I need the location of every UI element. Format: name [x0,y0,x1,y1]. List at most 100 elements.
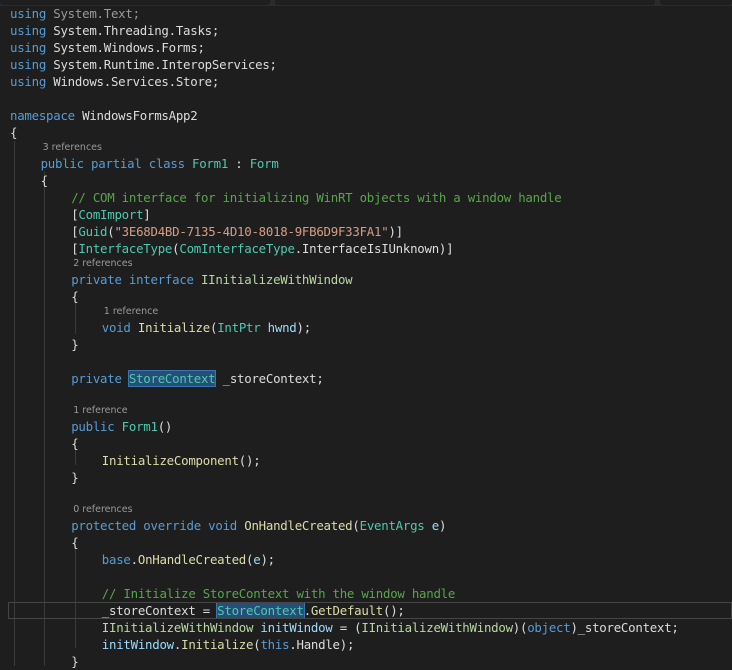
code-token: IInitializeWithWindow [200,272,353,287]
code-line: { [0,124,732,141]
code-token: initWindow [260,620,333,635]
code-token: private interface [71,272,201,287]
code-token: (); [383,603,405,618]
code-token: { [40,173,48,188]
codelens-references[interactable]: 0 references [0,503,732,517]
code-token: private [71,371,129,386]
code-token: using [10,40,54,55]
code-token: void [101,320,138,335]
code-token: (); [238,453,261,468]
code-token: GetDefault [310,603,384,618]
code-line: public partial class Form1 : Form [0,155,732,172]
code-token: System.Threading.Tasks; [53,23,220,38]
code-token: _storeContext = [101,603,218,618]
code-token: } [71,654,79,669]
code-token: e [431,518,439,533]
code-line: IInitializeWithWindow initWindow = (IIni… [0,619,732,636]
code-token: _storeContext; [215,371,324,386]
code-line: namespace WindowsFormsApp2 [0,107,732,124]
code-token: } [71,337,79,352]
code-token: Initialize [181,637,254,652]
code-token: . [130,552,138,567]
code-token: ] [143,207,151,222]
codelens-references[interactable]: 2 references [0,257,732,271]
code-token: Form1 [192,156,229,171]
code-token: protected override void [71,518,245,533]
code-line: } [0,469,732,486]
code-token: OnHandleCreated [244,518,353,533]
code-line: { [0,435,732,452]
code-token: ) [438,518,447,533]
code-token: IInitializeWithWindow [101,620,254,635]
code-token: () [157,419,173,434]
code-token: System.Text; [53,6,140,21]
code-token: { [71,535,79,550]
code-token: using [10,23,54,38]
code-token: )( [512,620,528,635]
code-token: using [10,6,54,21]
code-line: { [0,172,732,189]
code-token: // COM interface for initializing WinRT … [71,190,562,205]
code-line: initWindow.Initialize(this.Handle); [0,636,732,653]
code-line: using System.Text; [0,5,732,22]
code-token: } [71,470,79,485]
code-token: . [303,603,311,618]
code-token: ( [352,518,360,533]
codelens-references[interactable]: 1 reference [0,404,732,418]
code-token: System.Windows.Forms; [53,40,205,55]
code-token: Guid [78,224,108,239]
code-line: { [0,288,732,305]
code-line: // COM interface for initializing WinRT … [0,189,732,206]
code-line: base.OnHandleCreated(e); [0,551,732,568]
code-token: { [71,289,79,304]
code-token: ComImport [78,207,144,222]
codelens-references[interactable]: 3 references [0,141,732,155]
code-token: object [527,620,571,635]
code-token: "3E68D4BD-7135-4D10-8018-9FB6D9F33FA1" [114,224,389,239]
code-token: { [10,125,18,140]
code-token: System.Runtime.InteropServices; [53,57,277,72]
code-editor[interactable]: using System.Text; using System.Threading… [0,5,732,670]
code-line: } [0,336,732,353]
code-token: using [10,57,54,72]
code-token: OnHandleCreated [137,552,247,567]
codelens-references[interactable]: 1 reference [0,305,732,319]
code-line: [Guid("3E68D4BD-7135-4D10-8018-9FB6D9F33… [0,223,732,240]
code-token: public partial class [40,156,192,171]
code-token: Form [249,156,279,171]
code-token: { [71,436,79,451]
code-token: IntPtr [217,320,261,335]
code-token: InterfaceType [78,241,173,256]
code-token: IInitializeWithWindow [361,620,513,635]
code-line: using System.Threading.Tasks; [0,22,732,39]
code-token: this [260,637,290,652]
code-token: ); [296,320,312,335]
code-token: base [101,552,131,567]
code-token: ComInterfaceType [179,241,295,256]
code-token: InitializeComponent [101,453,239,468]
code-token: WindowsFormsApp2 [82,108,198,123]
code-line-current: _storeContext = StoreContext.GetDefault(… [8,602,732,619]
code-token: ); [260,552,275,567]
code-line: } [0,653,732,670]
code-token: .InterfaceIsIUnknown)] [294,241,454,256]
code-line: private interface IInitializeWithWindow [0,271,732,288]
code-token: .Handle); [289,637,355,652]
code-token: Initialize [137,320,210,335]
code-line: public Form1() [0,418,732,435]
code-token: initWindow [101,637,174,652]
code-line: private StoreContext _storeContext; [0,370,732,387]
code-token: hwnd [267,320,297,335]
code-line: [InterfaceType(ComInterfaceType.Interfac… [0,240,732,257]
code-token: using [10,74,54,89]
code-token: Windows.Services.Store; [53,74,220,89]
code-line: { [0,534,732,551]
code-line: using System.Runtime.InteropServices; [0,56,732,73]
code-line: // Initialize StoreContext with the wind… [0,585,732,602]
